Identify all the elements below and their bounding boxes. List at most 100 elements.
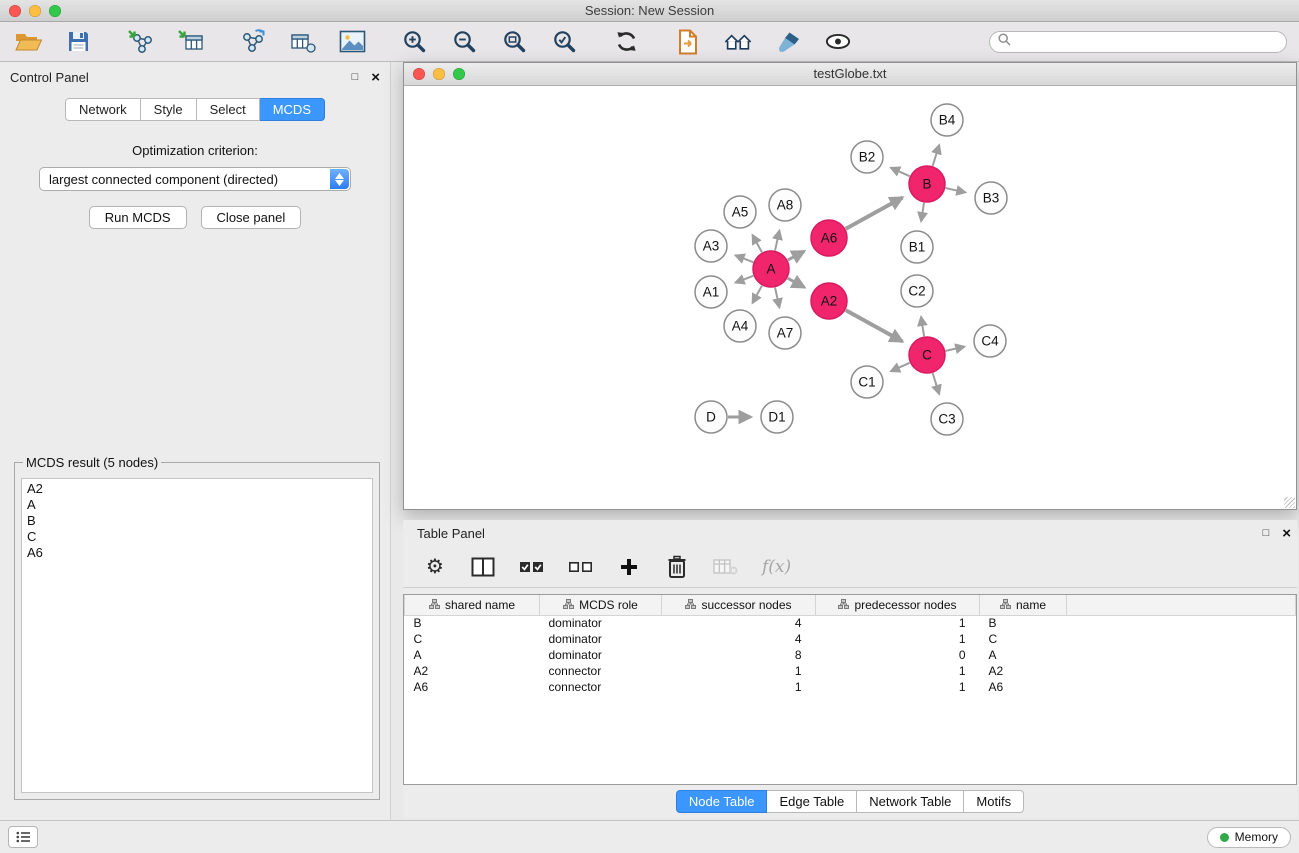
graph-edge-C-C2[interactable] bbox=[921, 317, 924, 337]
graph-edge-C-C3[interactable] bbox=[933, 373, 940, 394]
table-cell[interactable]: dominator bbox=[540, 647, 662, 663]
close-panel-icon[interactable]: × bbox=[371, 70, 380, 85]
tab-style[interactable]: Style bbox=[141, 98, 197, 121]
column-header-shared-name[interactable]: shared name bbox=[405, 595, 540, 615]
graph-node-A5[interactable]: A5 bbox=[724, 196, 756, 228]
table-cell[interactable]: C bbox=[405, 631, 540, 647]
table-row[interactable]: Bdominator41B bbox=[405, 615, 1296, 631]
zoom-fit-icon[interactable] bbox=[500, 28, 528, 56]
minimize-network-window-button[interactable] bbox=[433, 68, 445, 80]
graph-node-D[interactable]: D bbox=[695, 401, 727, 433]
graph-node-A7[interactable]: A7 bbox=[769, 317, 801, 349]
graph-node-C[interactable]: C bbox=[909, 337, 945, 373]
graph-node-D1[interactable]: D1 bbox=[761, 401, 793, 433]
graph-edge-A-A5[interactable] bbox=[752, 235, 762, 252]
graph-node-B[interactable]: B bbox=[909, 166, 945, 202]
graph-node-C3[interactable]: C3 bbox=[931, 403, 963, 435]
close-panel-button[interactable]: Close panel bbox=[201, 206, 302, 229]
column-header-predecessor-nodes[interactable]: predecessor nodes bbox=[816, 595, 980, 615]
export-image-icon[interactable] bbox=[338, 28, 366, 56]
graph-node-A4[interactable]: A4 bbox=[724, 310, 756, 342]
graph-edge-B-B4[interactable] bbox=[933, 145, 940, 166]
graph-node-C1[interactable]: C1 bbox=[851, 366, 883, 398]
table-row[interactable]: Cdominator41C bbox=[405, 631, 1296, 647]
float-panel-icon[interactable]: □ bbox=[352, 72, 359, 83]
graph-edge-A-A7[interactable] bbox=[775, 288, 779, 308]
graph-edge-C-C4[interactable] bbox=[946, 347, 965, 351]
zoom-window-button[interactable] bbox=[49, 5, 61, 17]
export-network-icon[interactable] bbox=[238, 28, 266, 56]
graph-edge-A-A3[interactable] bbox=[735, 255, 753, 262]
graph-edge-A2-C[interactable] bbox=[846, 310, 903, 341]
zoom-network-window-button[interactable] bbox=[453, 68, 465, 80]
select-all-icon[interactable] bbox=[519, 553, 544, 581]
graph-edge-A-A2[interactable] bbox=[788, 278, 805, 287]
minimize-window-button[interactable] bbox=[29, 5, 41, 17]
search-input[interactable] bbox=[1016, 34, 1278, 49]
table-cell[interactable]: 0 bbox=[816, 647, 980, 663]
graph-edge-A-A1[interactable] bbox=[735, 276, 753, 283]
table-row[interactable]: A6connector11A6 bbox=[405, 679, 1296, 695]
table-cell[interactable]: B bbox=[980, 615, 1067, 631]
export-table-icon[interactable] bbox=[288, 28, 316, 56]
table-cell[interactable]: A2 bbox=[980, 663, 1067, 679]
graph-edge-A6-B[interactable] bbox=[846, 198, 903, 229]
graph-node-B2[interactable]: B2 bbox=[851, 141, 883, 173]
graph-node-C4[interactable]: C4 bbox=[974, 325, 1006, 357]
column-header-mcds-role[interactable]: MCDS role bbox=[540, 595, 662, 615]
table-cell[interactable]: A6 bbox=[405, 679, 540, 695]
gear-icon[interactable]: ⚙ bbox=[423, 553, 447, 581]
memory-button[interactable]: Memory bbox=[1207, 827, 1291, 848]
table-cell[interactable]: 4 bbox=[662, 615, 816, 631]
column-header-successor-nodes[interactable]: successor nodes bbox=[662, 595, 816, 615]
table-cell[interactable]: dominator bbox=[540, 631, 662, 647]
graph-node-A8[interactable]: A8 bbox=[769, 189, 801, 221]
table-cell[interactable]: 1 bbox=[816, 631, 980, 647]
mcds-result-item[interactable]: A bbox=[22, 497, 372, 513]
refresh-icon[interactable] bbox=[612, 28, 640, 56]
tab-network-table[interactable]: Network Table bbox=[857, 790, 964, 813]
table-cell[interactable]: 4 bbox=[662, 631, 816, 647]
mcds-result-item[interactable]: B bbox=[22, 513, 372, 529]
tab-node-table[interactable]: Node Table bbox=[676, 790, 768, 813]
graph-node-A1[interactable]: A1 bbox=[695, 276, 727, 308]
table-cell[interactable]: 1 bbox=[662, 663, 816, 679]
optimization-dropdown[interactable]: largest connected component (directed) bbox=[39, 167, 351, 191]
zoom-out-icon[interactable] bbox=[450, 28, 478, 56]
delete-icon[interactable] bbox=[665, 553, 689, 581]
close-network-window-button[interactable] bbox=[413, 68, 425, 80]
table-cell[interactable]: 1 bbox=[816, 679, 980, 695]
table-row[interactable]: Adominator80A bbox=[405, 647, 1296, 663]
mcds-result-item[interactable]: A6 bbox=[22, 545, 372, 561]
table-cell[interactable]: 1 bbox=[662, 679, 816, 695]
session-document-icon[interactable] bbox=[674, 28, 702, 56]
graph-node-B4[interactable]: B4 bbox=[931, 104, 963, 136]
table-cell[interactable]: A bbox=[405, 647, 540, 663]
node-table-container[interactable]: shared nameMCDS rolesuccessor nodesprede… bbox=[403, 594, 1297, 785]
graph-edge-A-A4[interactable] bbox=[752, 286, 762, 303]
graph-edge-B-B1[interactable] bbox=[921, 203, 924, 222]
table-cell[interactable]: 8 bbox=[662, 647, 816, 663]
table-cell[interactable]: A bbox=[980, 647, 1067, 663]
table-cell[interactable]: connector bbox=[540, 679, 662, 695]
close-window-button[interactable] bbox=[9, 5, 21, 17]
tab-motifs[interactable]: Motifs bbox=[964, 790, 1024, 813]
close-table-panel-icon[interactable]: × bbox=[1282, 526, 1291, 541]
tab-edge-table[interactable]: Edge Table bbox=[767, 790, 857, 813]
graph-node-C2[interactable]: C2 bbox=[901, 275, 933, 307]
home-icon[interactable] bbox=[724, 28, 752, 56]
zoom-selected-icon[interactable] bbox=[550, 28, 578, 56]
graph-node-A6[interactable]: A6 bbox=[811, 220, 847, 256]
column-header-name[interactable]: name bbox=[980, 595, 1067, 615]
float-table-panel-icon[interactable]: □ bbox=[1263, 528, 1270, 539]
graph-node-A[interactable]: A bbox=[753, 251, 789, 287]
deselect-all-icon[interactable] bbox=[568, 553, 593, 581]
search-field[interactable] bbox=[989, 31, 1287, 53]
table-cell[interactable]: A2 bbox=[405, 663, 540, 679]
table-cell[interactable]: 1 bbox=[816, 663, 980, 679]
graph-node-A3[interactable]: A3 bbox=[695, 230, 727, 262]
import-network-icon[interactable] bbox=[126, 28, 154, 56]
mcds-result-item[interactable]: A2 bbox=[22, 481, 372, 497]
eye-icon[interactable] bbox=[824, 28, 852, 56]
run-mcds-button[interactable]: Run MCDS bbox=[89, 206, 187, 229]
